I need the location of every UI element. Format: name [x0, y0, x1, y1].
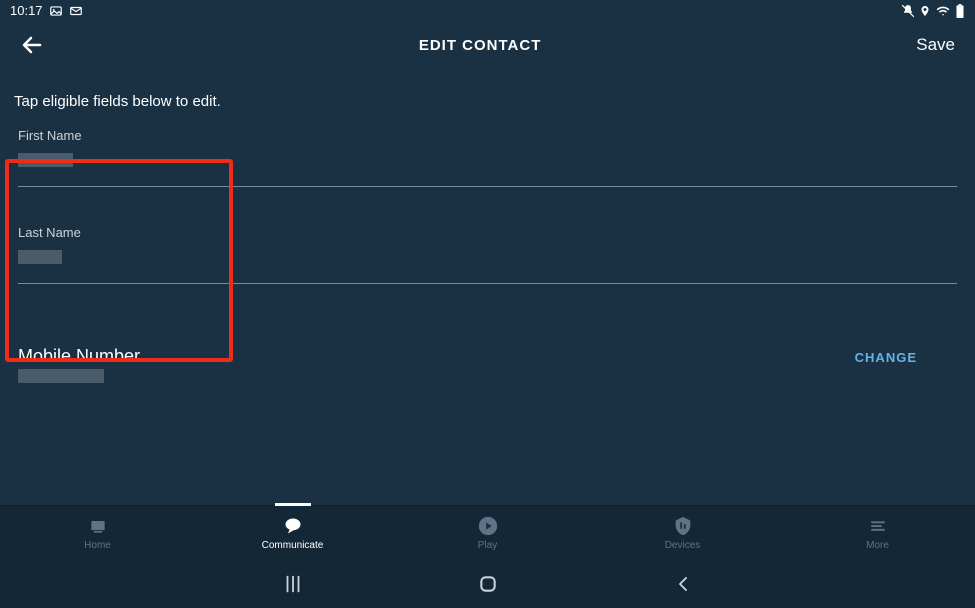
content-area: Tap eligible fields below to edit. First…: [0, 69, 975, 383]
vibrate-icon: [901, 4, 915, 18]
location-icon: [919, 4, 931, 18]
header: EDIT CONTACT Save: [0, 21, 975, 69]
sysnav-back[interactable]: [633, 575, 733, 593]
nav-home-label: Home: [84, 540, 111, 551]
nav-play-label: Play: [478, 540, 497, 551]
bottom-nav: Home Communicate Play Devices More: [0, 505, 975, 560]
communicate-icon: [281, 515, 305, 537]
nav-more-label: More: [866, 540, 889, 551]
change-button[interactable]: CHANGE: [855, 346, 957, 365]
image-icon: [49, 4, 63, 18]
status-time: 10:17: [10, 3, 43, 18]
nav-communicate[interactable]: Communicate: [243, 515, 343, 551]
last-name-input-line[interactable]: [18, 275, 957, 284]
first-name-field-group: First Name: [0, 128, 975, 172]
status-bar: 10:17: [0, 0, 975, 21]
first-name-input-line[interactable]: [18, 178, 957, 187]
play-icon: [477, 515, 499, 537]
home-icon: [86, 515, 110, 537]
last-name-label: Last Name: [18, 225, 957, 240]
nav-devices[interactable]: Devices: [633, 515, 733, 551]
last-name-value-redacted[interactable]: [18, 250, 62, 264]
last-name-field-group: Last Name: [0, 225, 975, 269]
mobile-number-value-redacted: [18, 369, 104, 383]
first-name-label: First Name: [18, 128, 957, 143]
mobile-number-section: Mobile Number CHANGE: [0, 346, 975, 383]
nav-play[interactable]: Play: [438, 515, 538, 551]
back-button[interactable]: [20, 33, 44, 57]
nav-communicate-label: Communicate: [262, 540, 324, 551]
mobile-number-label: Mobile Number: [18, 346, 140, 367]
devices-icon: [672, 515, 694, 537]
instruction-text: Tap eligible fields below to edit.: [0, 69, 975, 118]
wifi-icon: [935, 4, 951, 18]
sysnav-home[interactable]: [438, 574, 538, 594]
battery-icon: [955, 4, 965, 18]
page-title: EDIT CONTACT: [419, 37, 542, 54]
nav-home[interactable]: Home: [48, 515, 148, 551]
save-button[interactable]: Save: [916, 35, 955, 55]
more-icon: [867, 515, 889, 537]
mail-icon: [69, 4, 83, 18]
nav-more[interactable]: More: [828, 515, 928, 551]
nav-devices-label: Devices: [665, 540, 701, 551]
first-name-value-redacted[interactable]: [18, 153, 73, 167]
system-nav-bar: [0, 560, 975, 608]
sysnav-recents[interactable]: [243, 573, 343, 595]
